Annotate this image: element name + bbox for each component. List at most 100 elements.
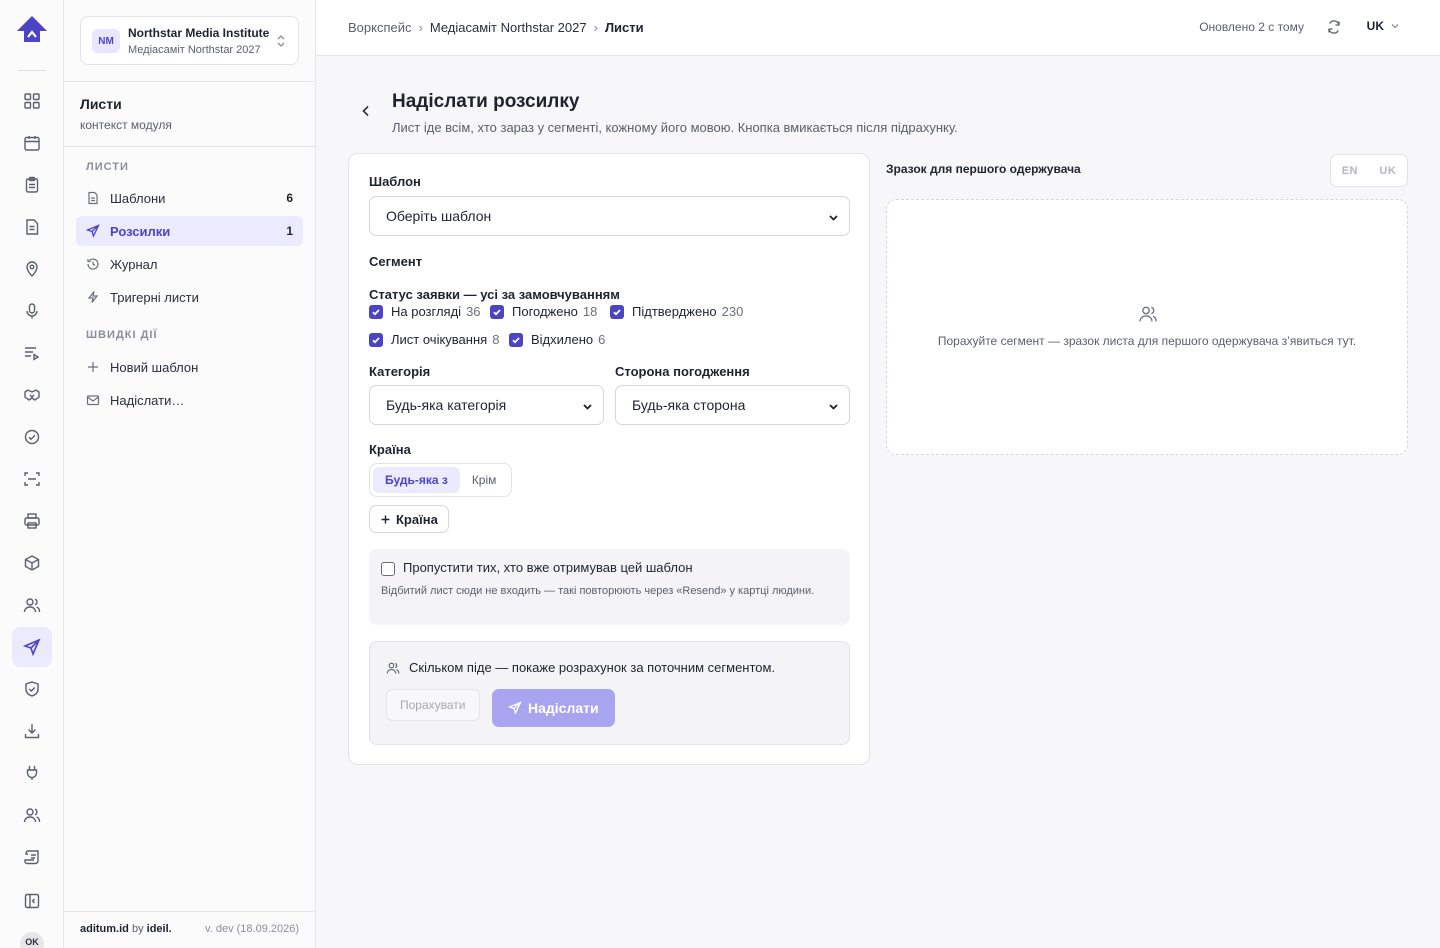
checkbox-checked[interactable] xyxy=(369,332,383,347)
printer-icon[interactable] xyxy=(12,501,52,541)
check-icon xyxy=(493,308,501,315)
breadcrumb-event[interactable]: Медіасаміт Northstar 2027 xyxy=(430,20,587,35)
back-arrow-icon[interactable] xyxy=(358,103,374,119)
calendar-icon[interactable] xyxy=(12,123,52,163)
breadcrumb-separator: › xyxy=(418,20,423,35)
quick-action-new-template[interactable]: Новий шаблон xyxy=(76,352,303,382)
preview-lang-uk[interactable]: UK xyxy=(1379,165,1396,177)
playlist-icon[interactable] xyxy=(12,333,52,373)
category-select-value: Будь-яка категорія xyxy=(386,397,507,413)
users-icon[interactable] xyxy=(12,585,52,625)
category-select[interactable]: Будь-яка категорія xyxy=(369,385,604,425)
calculation-info: Скільком піде — покаже розрахунок за пот… xyxy=(386,660,775,675)
language-label: UK xyxy=(1366,19,1384,33)
nav-group-label: ШВИДКІ ДІЇ xyxy=(86,329,158,341)
status-checkbox-waitlist[interactable]: Лист очікування 8 xyxy=(369,332,499,347)
package-icon[interactable] xyxy=(12,543,52,583)
quick-action-send[interactable]: Надіслати… xyxy=(76,385,303,415)
last-updated: Оновлено 2 с тому xyxy=(1199,20,1304,34)
document-icon[interactable] xyxy=(12,207,52,247)
sidebar-divider xyxy=(64,81,316,82)
user-avatar[interactable]: OK xyxy=(20,932,44,948)
status-checkbox-rejected[interactable]: Відхилено 6 xyxy=(509,332,605,347)
skip-hint: Відбитий лист сюди не входить — такі пов… xyxy=(381,585,815,597)
checkbox-checked[interactable] xyxy=(610,304,624,319)
sidebar-divider xyxy=(64,146,316,147)
status-count: 18 xyxy=(582,304,598,319)
status-checkbox-approved[interactable]: Погоджено 18 xyxy=(490,304,597,319)
microphone-icon[interactable] xyxy=(12,291,52,331)
language-switcher[interactable]: UK xyxy=(1367,19,1400,33)
send-icon[interactable] xyxy=(12,627,52,667)
shield-check-icon[interactable] xyxy=(12,669,52,709)
module-subtitle: контекст модуля xyxy=(80,118,172,132)
checkbox-checked[interactable] xyxy=(509,332,523,347)
preview-lang-en[interactable]: EN xyxy=(1342,165,1358,177)
status-label: Відхилено xyxy=(531,332,594,347)
nav-group-label: ЛИСТИ xyxy=(86,161,129,173)
refresh-icon[interactable] xyxy=(1326,19,1342,35)
module-sidebar: NM Northstar Media Institute Медіасаміт … xyxy=(64,0,316,948)
add-country-button[interactable]: Країна xyxy=(369,505,449,533)
clipboard-icon[interactable] xyxy=(12,165,52,205)
status-count: 230 xyxy=(721,304,744,319)
footer-maker[interactable]: ideil. xyxy=(147,923,172,935)
campaign-form: Шаблон Оберіть шаблон Сегмент Статус зая… xyxy=(348,153,870,765)
category-label: Категорія xyxy=(369,364,431,379)
approval-side-select[interactable]: Будь-яка сторона xyxy=(615,385,850,425)
send-button[interactable]: Надіслати xyxy=(492,689,615,727)
country-label: Країна xyxy=(369,442,411,457)
sidebar-footer: aditum.id by ideil. v. dev (18.09.2026) xyxy=(80,923,299,935)
plug-icon[interactable] xyxy=(12,753,52,793)
handshake-icon[interactable] xyxy=(12,375,52,415)
scroll-icon[interactable] xyxy=(12,837,52,877)
mail-icon xyxy=(86,395,100,406)
quick-action-label: Надіслати… xyxy=(110,392,185,408)
status-checkbox-confirmed[interactable]: Підтверджено 230 xyxy=(610,304,743,319)
country-mode-toggle: Будь-яка з Крім xyxy=(369,463,513,497)
checkbox-checked[interactable] xyxy=(369,304,383,319)
footer-brand[interactable]: aditum.id xyxy=(80,923,129,935)
skip-recipients-option: Пропустити тих, хто вже отримував цей ша… xyxy=(369,549,850,625)
status-label: Лист очікування xyxy=(391,332,488,347)
org-switcher[interactable]: NM Northstar Media Institute Медіасаміт … xyxy=(80,16,299,65)
download-icon[interactable] xyxy=(12,711,52,751)
checkbox-checked[interactable] xyxy=(490,304,504,319)
module-title: Листи xyxy=(80,96,122,112)
status-filter-label: Статус заявки — усі за замовчуванням xyxy=(369,287,620,302)
check-icon xyxy=(372,336,380,343)
template-select[interactable]: Оберіть шаблон xyxy=(369,196,850,236)
sidebar-item-label: Тригерні листи xyxy=(110,289,199,305)
status-checkbox-review[interactable]: На розгляді 36 xyxy=(369,304,481,319)
document-icon xyxy=(88,191,98,205)
skip-label[interactable]: Пропустити тих, хто вже отримував цей ша… xyxy=(403,560,693,575)
country-mode-except[interactable]: Крім xyxy=(460,467,509,493)
sidebar-item-campaigns[interactable]: Розсилки 1 xyxy=(76,216,303,246)
breadcrumb-workspace[interactable]: Воркспейс xyxy=(348,20,412,35)
calculation-info-text: Скільком піде — покаже розрахунок за пот… xyxy=(409,660,776,675)
template-label: Шаблон xyxy=(369,174,421,189)
sidebar-item-log[interactable]: Журнал xyxy=(76,249,303,279)
footer-by: by xyxy=(131,923,144,935)
app-logo-icon[interactable] xyxy=(16,15,48,45)
dashboard-icon[interactable] xyxy=(12,81,52,121)
history-icon xyxy=(87,258,99,270)
sidebar-item-label: Шаблони xyxy=(110,190,166,206)
preview-language-toggle: EN UK xyxy=(1330,154,1408,187)
scan-icon[interactable] xyxy=(12,459,52,499)
collapse-sidebar-icon[interactable] xyxy=(12,881,52,921)
org-name: Northstar Media Institute xyxy=(128,26,270,40)
status-label: Підтверджено xyxy=(632,304,717,319)
sidebar-item-label: Журнал xyxy=(110,256,158,272)
breadcrumb-separator: › xyxy=(593,20,598,35)
team-icon[interactable] xyxy=(12,795,52,835)
country-mode-any[interactable]: Будь-яка з xyxy=(373,467,460,493)
approval-side-select-value: Будь-яка сторона xyxy=(632,397,746,413)
count-button[interactable]: Порахувати xyxy=(386,689,480,721)
sidebar-item-templates[interactable]: Шаблони 6 xyxy=(76,183,303,213)
plus-icon xyxy=(88,362,98,372)
skip-checkbox[interactable] xyxy=(381,562,395,576)
location-pin-icon[interactable] xyxy=(12,249,52,289)
check-circle-icon[interactable] xyxy=(12,417,52,457)
sidebar-item-triggers[interactable]: Тригерні листи xyxy=(76,282,303,312)
